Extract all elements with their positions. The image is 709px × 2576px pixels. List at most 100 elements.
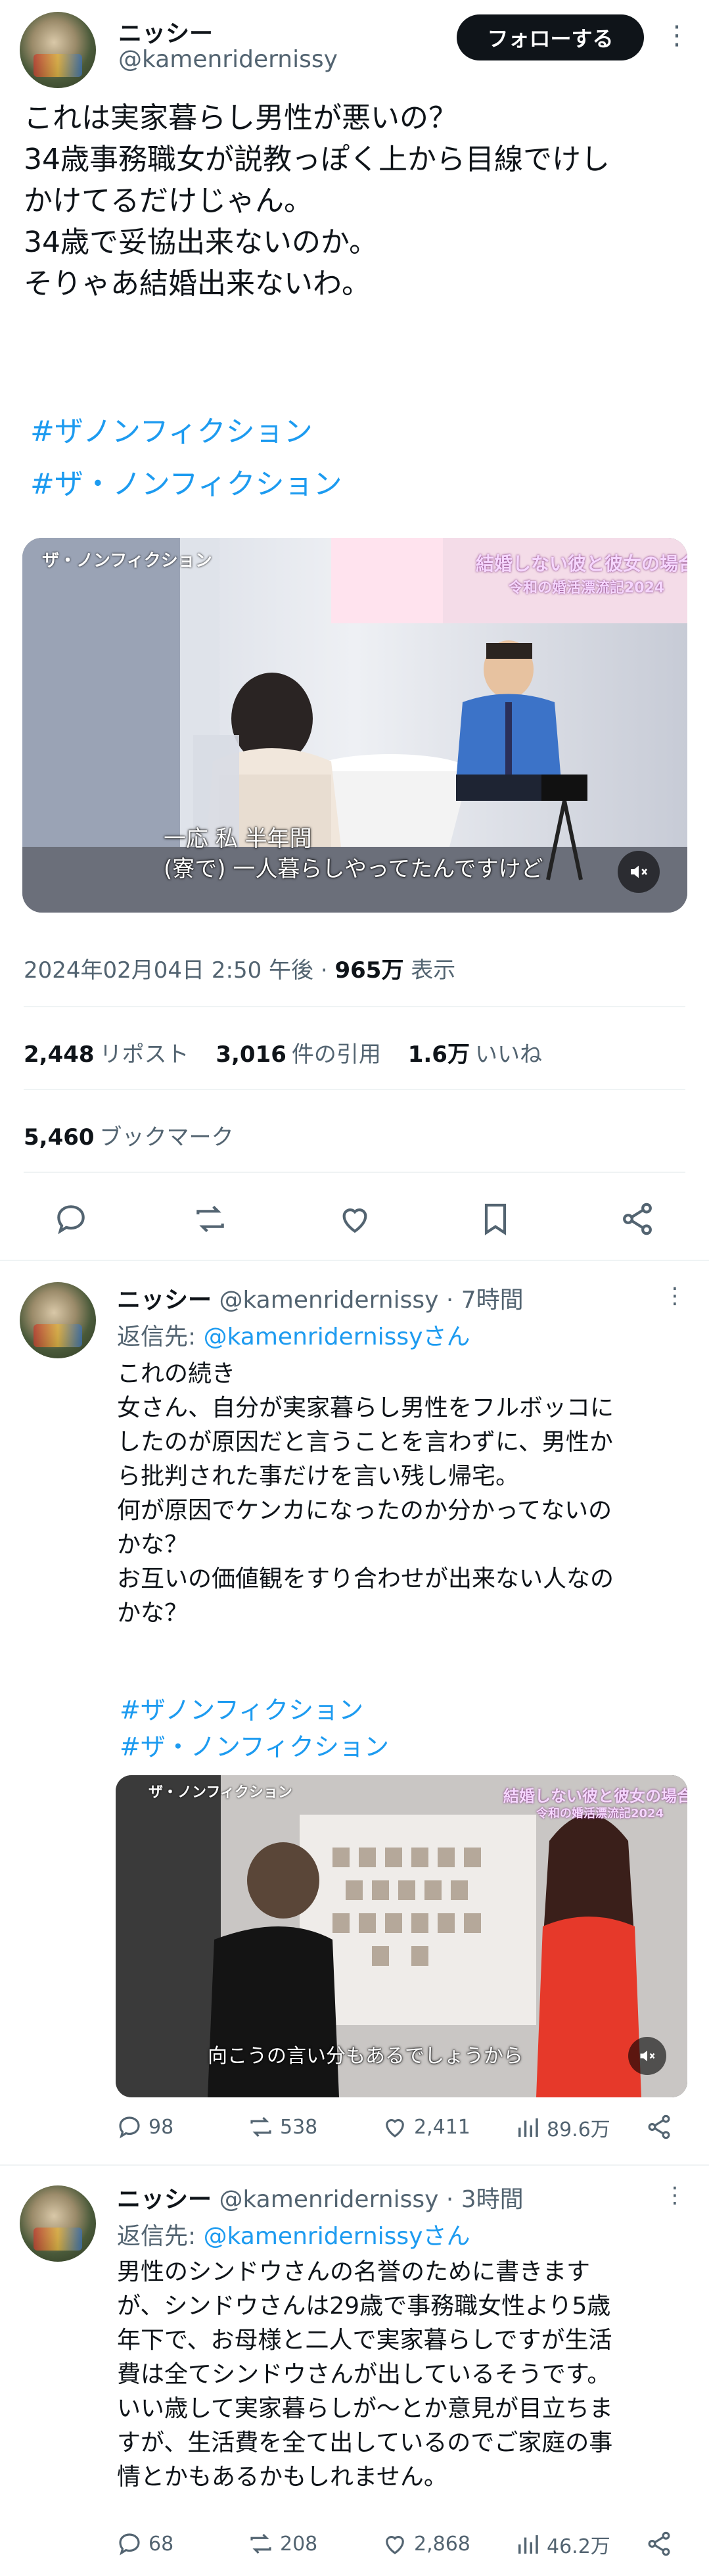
follow-button[interactable]: フォローする [457,14,644,60]
reply-icon [119,2533,140,2556]
reply-text: 男性のシンドウさんの名誉のために書きます が、シンドウさんは29歳で事務職女性よ… [117,2258,613,2491]
hashtag-link[interactable]: #ザ・ノンフィクション [30,460,342,502]
reply-icon [119,2116,140,2139]
bookmarks-stat[interactable]: 5,460 ブックマーク [24,1119,234,1151]
reply-author-name[interactable]: ニッシー [117,1287,212,1314]
tweet-metadata: 2024年02月04日 2:50 午後 · 965万 表示 [24,957,456,984]
video-overlay-subtitle: 令和の婚活漂流記2024 [509,580,665,596]
views-count: 89.6万 [547,2118,610,2141]
mute-button[interactable] [628,2037,666,2075]
reply-button[interactable] [53,1201,89,1237]
speaker-muted-icon [640,2050,655,2062]
views-button[interactable]: 46.2万 [514,2530,610,2559]
tweet-text: これは実家暮らし男性が悪いの？ 34歳事務職女が説教っぽく上から目線でけし かけ… [24,97,687,304]
more-options-icon[interactable]: ⋮ [664,2184,686,2206]
divider [0,2164,709,2166]
video-caption: 一応 私 半年間 [164,826,312,852]
heart-icon [386,2536,404,2554]
more-options-icon[interactable]: ⋮ [664,1285,686,1307]
author-name[interactable]: ニッシー [118,14,213,49]
share-button[interactable] [619,1201,656,1237]
views-chart-icon [518,2118,538,2137]
reply-avatar[interactable] [20,1282,96,1358]
video-overlay-subtitle: 令和の婚活漂流記2024 [536,1807,664,1821]
views-label: 表示 [411,957,456,984]
reply-button[interactable]: 68 [116,2530,173,2558]
reply-header: ニッシー @kamenridernissy · 3時間 [117,2186,524,2213]
reply-count: 98 [149,2115,174,2139]
reply-count: 68 [149,2532,174,2556]
video-show-label: ザ・ノンフィクション [42,551,212,571]
like-button[interactable] [336,1201,373,1237]
views-count: 46.2万 [547,2535,610,2558]
tweet-video[interactable]: ザ・ノンフィクション 結婚しない彼と彼女の場合 令和の婚活漂流記2024 一応 … [22,538,687,913]
video-show-label: ザ・ノンフィクション [149,1784,292,1801]
repost-icon [250,2116,271,2137]
tweet-text-line: これは実家暮らし男性が悪いの？ [24,101,457,135]
repost-count: 208 [280,2532,318,2556]
share-button[interactable] [645,2530,673,2558]
quotes-stat[interactable]: 3,016 件の引用 [216,1041,381,1068]
author-avatar[interactable] [20,12,96,88]
divider [24,1006,685,1007]
like-count: 2,411 [414,2115,470,2139]
reposts-stat[interactable]: 2,448 リポスト [24,1041,189,1068]
reply-text: これの続き 女さん、自分が実家暮らし男性をフルボッコに したのが原因だと言うこと… [117,1360,614,1627]
video-caption: 向こうの言い分もあるでしょうから [208,2045,523,2068]
author-handle[interactable]: @kamenridernissy [118,46,338,73]
hashtag-link[interactable]: #ザノンフィクション [120,1690,363,1726]
share-button[interactable] [645,2113,673,2141]
like-button[interactable]: 2,868 [381,2530,470,2558]
divider [0,1260,709,1261]
repost-button[interactable]: 208 [247,2530,317,2558]
bookmark-button[interactable] [477,1201,514,1237]
repost-icon [196,1205,224,1233]
hashtag-link[interactable]: #ザノンフィクション [30,408,313,450]
reply-to-link[interactable]: @kamenridernissyさん [204,2223,470,2250]
reply-button[interactable]: 98 [116,2113,173,2141]
reply-time[interactable]: 3時間 [461,2186,524,2213]
heart-icon [386,2119,404,2137]
heart-icon [342,1208,367,1233]
reply-header: ニッシー @kamenridernissy · 7時間 [117,1287,524,1314]
bookmark-icon [484,1203,507,1235]
like-button[interactable]: 2,411 [381,2113,470,2141]
share-icon [623,1203,652,1235]
video-caption: (寮で) 一人暮らしやってたんですけど [164,856,543,882]
mute-button[interactable] [618,851,660,893]
hashtag-link[interactable]: #ザ・ノンフィクション [120,1727,389,1763]
share-icon [648,2531,670,2556]
tweet-text-line: かけてるだけじゃん。 [24,184,313,218]
share-icon [648,2114,670,2139]
tweet-text-line: そりゃあ結婚出来ないわ。 [24,267,371,300]
repost-button[interactable] [192,1201,229,1237]
reply-author-handle[interactable]: @kamenridernissy [219,2186,438,2213]
tweet-text-line: 34歳事務職女が説教っぽく上から目線でけし [24,143,610,176]
reply-time[interactable]: 7時間 [461,1287,524,1314]
repost-count: 538 [280,2115,318,2139]
views-count: 965万 [334,957,404,984]
reply-to-link[interactable]: @kamenridernissyさん [204,1324,470,1350]
divider [24,1172,685,1173]
reply-avatar[interactable] [20,2185,96,2262]
views-chart-icon [518,2535,538,2554]
video-overlay-title: 結婚しない彼と彼女の場合 [476,553,687,575]
likes-stat[interactable]: 1.6万 いいね [408,1041,542,1068]
tweet-stats-row: 2,448 リポスト 3,016 件の引用 1.6万 いいね [24,1036,542,1068]
repost-button[interactable]: 538 [247,2113,317,2141]
views-button[interactable]: 89.6万 [514,2113,610,2142]
more-options-icon[interactable]: ⋮ [664,22,690,49]
like-count: 2,868 [414,2532,470,2556]
speaker-muted-icon [631,865,648,878]
reply-to-line: 返信先: @kamenridernissyさん [117,2223,470,2250]
tweet-text-line: 34歳で妥協出来ないのか。 [24,226,378,259]
reply-author-name[interactable]: ニッシー [117,2186,212,2213]
repost-icon [250,2533,271,2554]
reply-icon [57,1205,85,1235]
tweet-timestamp[interactable]: 2024年02月04日 2:50 午後 [24,957,313,984]
video-overlay-title: 結婚しない彼と彼女の場合 [503,1787,687,1805]
reply-author-handle[interactable]: @kamenridernissy [219,1287,438,1314]
divider [24,1089,685,1090]
reply-to-line: 返信先: @kamenridernissyさん [117,1324,470,1350]
reply-video[interactable]: ザ・ノンフィクション 結婚しない彼と彼女の場合 令和の婚活漂流記2024 向こう… [116,1775,687,2097]
